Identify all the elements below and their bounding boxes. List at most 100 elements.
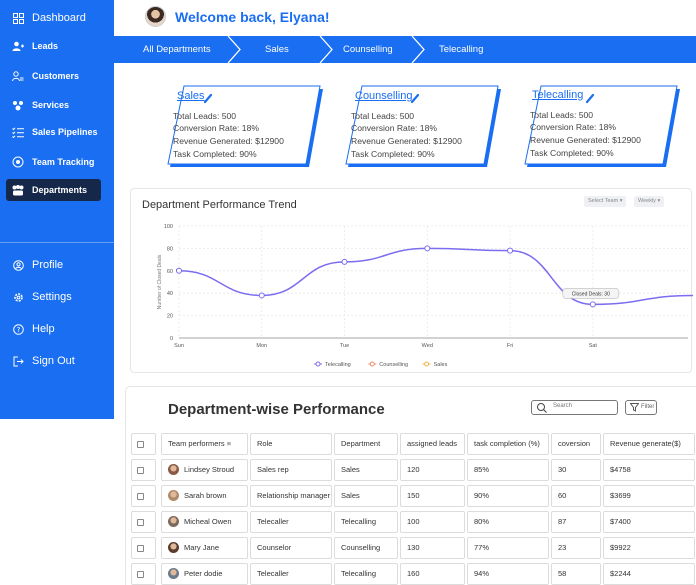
search-input[interactable]: Search [531, 400, 618, 415]
cell-text: 160 [407, 569, 420, 578]
table-cell: Relationship manager [250, 485, 332, 507]
department-card-telecalling[interactable]: Telecalling Total Leads: 500 Conversion … [524, 85, 682, 169]
breadcrumb-telecalling[interactable]: Telecalling [439, 36, 483, 63]
data-point [507, 247, 514, 254]
table-cell: 30 [551, 459, 601, 481]
column-header-label: assigned leads [407, 439, 458, 448]
column-header[interactable]: Team performers ≡ [161, 433, 248, 455]
sidebar-item-sales-pipelines[interactable]: Sales Pipelines [6, 121, 101, 143]
table-row[interactable]: Peter dodie Telecaller Telecalling 160 94% 58… [131, 563, 695, 585]
table-cell: Sales rep [250, 459, 332, 481]
card-revenue: Revenue Generated: $12900 [173, 136, 284, 146]
row-checkbox[interactable] [137, 493, 144, 500]
cell-text: $2244 [610, 569, 631, 578]
cell-text: Telecalling [341, 517, 377, 526]
breadcrumb-sales[interactable]: Sales [265, 36, 289, 63]
checkbox-cell [131, 433, 156, 455]
department-card-sales[interactable]: Sales Total Leads: 500 Conversion Rate: … [167, 85, 325, 169]
department-card-counselling[interactable]: Counselling Total Leads: 500 Conversion … [345, 85, 503, 169]
card-total-leads: Total Leads: 500 [173, 111, 237, 121]
cell-text: Sales [341, 465, 360, 474]
filter-button[interactable]: Filter [625, 400, 657, 415]
sidebar-item-customers[interactable]: Customers [6, 65, 101, 87]
y-tick-label: 20 [167, 314, 173, 320]
table-cell: 58 [551, 563, 601, 585]
table-cell: Lindsey Stroud [161, 459, 248, 481]
x-tick-label: Wed [422, 343, 433, 349]
column-header-label: task completion (%) [474, 439, 540, 448]
table-row[interactable]: Micheal Owen Telecaller Telecalling 100 80% 8… [131, 511, 695, 533]
sidebar-item-label: Help [32, 323, 55, 335]
card-revenue: Revenue Generated: $12900 [351, 136, 462, 146]
sidebar-item-departments[interactable]: Departments [6, 179, 101, 201]
table-cell: Counselor [250, 537, 332, 559]
legend-marker-dot [315, 361, 321, 367]
column-header-label: Role [257, 439, 273, 448]
sidebar-item-services[interactable]: Services [6, 94, 101, 116]
row-checkbox[interactable] [137, 441, 144, 448]
card-task-completed: Task Completed: 90% [173, 149, 257, 159]
tracking-icon [12, 156, 24, 168]
data-point [258, 292, 265, 299]
sidebar-item-profile[interactable]: Profile [6, 254, 101, 276]
checkbox-cell [131, 563, 156, 585]
sort-icon[interactable]: ≡ [225, 439, 231, 448]
y-tick-label: 100 [164, 224, 173, 230]
avatar[interactable] [145, 6, 166, 27]
help-icon: ? [12, 323, 24, 335]
table-cell: Micheal Owen [161, 511, 248, 533]
x-tick-label: Sat [589, 343, 598, 349]
sidebar-item-label: Settings [32, 291, 72, 303]
table-cell: $4758 [603, 459, 695, 481]
data-point [341, 258, 348, 265]
sidebar-item-settings[interactable]: Settings [6, 286, 101, 308]
table-cell: 85% [467, 459, 549, 481]
table-cell: $9922 [603, 537, 695, 559]
sidebar-item-label: Profile [32, 259, 64, 271]
departments-icon [12, 184, 24, 196]
table-row[interactable]: Mary Jane Counselor Counselling 130 77% 23 $99… [131, 537, 695, 559]
table-cell: 77% [467, 537, 549, 559]
legend-label: Counselling [379, 362, 408, 368]
cell-text: 30 [558, 465, 567, 474]
table-cell: Sales [334, 459, 398, 481]
card-conversion-rate: Conversion Rate: 18% [530, 122, 616, 132]
table-cell: 80% [467, 511, 549, 533]
performer-avatar [168, 463, 179, 475]
table-row[interactable]: Sarah brown Relationship manager Sales 150 9… [131, 485, 695, 507]
legend-marker-dot [369, 361, 375, 367]
cell-text: Mary Jane [184, 543, 220, 552]
checkbox-cell [131, 459, 156, 481]
data-point [176, 267, 182, 274]
table-cell: Peter dodie [161, 563, 248, 585]
table-cell: 100 [400, 511, 465, 533]
checkbox-cell [131, 511, 156, 533]
cell-text: Micheal Owen [184, 517, 232, 526]
table-cell: Telecalling [334, 563, 398, 585]
table-cell: $3699 [603, 485, 695, 507]
profile-icon [12, 259, 24, 271]
cell-text: Counselling [341, 543, 381, 552]
sidebar-item-team-tracking[interactable]: Team Tracking [6, 151, 101, 173]
cell-text: $4758 [610, 465, 631, 474]
sidebar-item-dashboard[interactable]: Dashboard [6, 7, 101, 29]
row-checkbox[interactable] [137, 571, 144, 578]
breadcrumb-counselling[interactable]: Counselling [343, 36, 393, 63]
table-cell: 90% [467, 485, 549, 507]
row-checkbox[interactable] [137, 519, 144, 526]
sidebar-item-help[interactable]: ? Help [6, 318, 101, 340]
row-checkbox[interactable] [137, 467, 144, 474]
sidebar-item-leads[interactable]: Leads [6, 35, 101, 57]
legend-label: Sales [434, 362, 448, 368]
column-header: Role [250, 433, 332, 455]
list-check-icon [12, 126, 24, 138]
sidebar-item-label: Sales Pipelines [32, 127, 98, 137]
row-checkbox[interactable] [137, 545, 144, 552]
sidebar-item-sign-out[interactable]: Sign Out [6, 350, 101, 372]
cell-text: Counselor [257, 543, 292, 552]
sidebar-item-label: Team Tracking [32, 157, 95, 167]
table-row[interactable]: Lindsey Stroud Sales rep Sales 120 85% 30 $475… [131, 459, 695, 481]
card-title: Telecalling [532, 89, 584, 101]
breadcrumb-all-departments[interactable]: All Departments [143, 36, 211, 63]
cell-text: 100 [407, 517, 420, 526]
